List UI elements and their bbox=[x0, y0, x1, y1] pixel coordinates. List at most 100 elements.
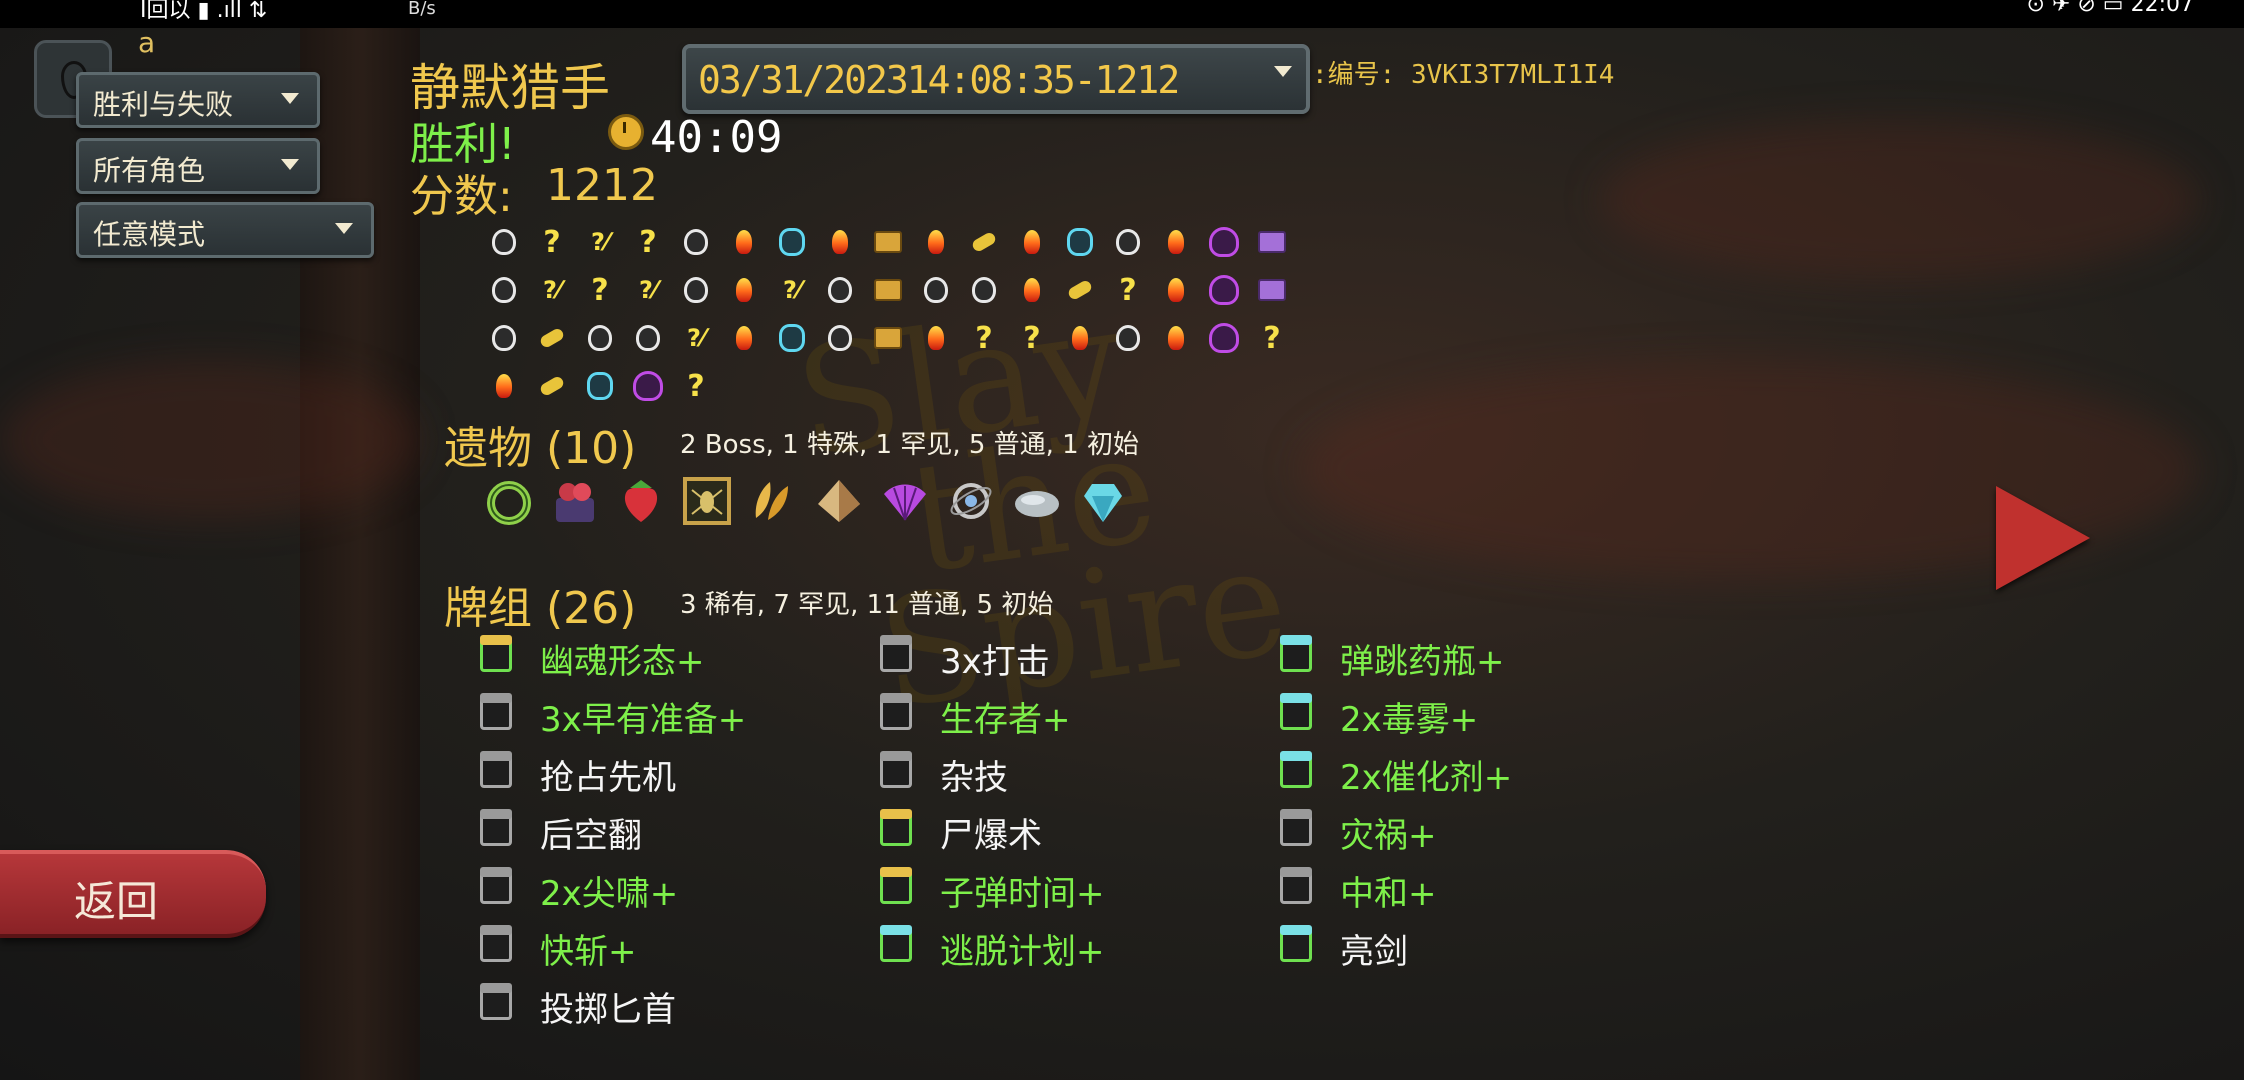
event-icon: ? bbox=[1023, 320, 1041, 356]
relic-list bbox=[478, 470, 1134, 532]
card-name: 杂技 bbox=[940, 758, 1008, 798]
rest-site-icon bbox=[1008, 266, 1056, 314]
rest-site-icon bbox=[1152, 314, 1200, 362]
event-icon: ? bbox=[591, 272, 609, 308]
card-name: 快斩+ bbox=[540, 932, 637, 972]
gem-relic-icon[interactable] bbox=[1072, 470, 1134, 532]
treasure-icon bbox=[864, 314, 912, 362]
smooth-stone-icon[interactable] bbox=[1006, 470, 1068, 532]
card-name: 后空翻 bbox=[540, 816, 642, 856]
relics-title: 遗物 (10) bbox=[444, 423, 637, 474]
next-run-arrow-icon[interactable] bbox=[1996, 486, 2090, 590]
card-name: 抢占先机 bbox=[540, 758, 676, 798]
back-button[interactable]: 返回 bbox=[0, 850, 266, 938]
golden-petals-icon[interactable] bbox=[742, 470, 804, 532]
shop-icon bbox=[528, 362, 576, 410]
rest-site-icon bbox=[1152, 266, 1200, 314]
monster-icon bbox=[480, 314, 528, 362]
card-name: 中和+ bbox=[1340, 874, 1437, 914]
event-icon: ? bbox=[975, 320, 993, 356]
boss-chest-icon bbox=[1248, 266, 1296, 314]
treasure-icon bbox=[864, 266, 912, 314]
run-seed: :编号: 3VKI3T7MLI1I4 bbox=[1312, 60, 1615, 90]
run-history-dropdown[interactable]: 03/31/202314:08:35-1212 bbox=[682, 44, 1310, 114]
path-row: ? ?⁄? bbox=[480, 218, 1300, 266]
event-monster-icon: ?⁄ bbox=[639, 276, 657, 304]
rest-site-icon bbox=[1056, 314, 1104, 362]
card-type-icon bbox=[1280, 693, 1312, 730]
monster-icon bbox=[576, 314, 624, 362]
rest-site-icon bbox=[720, 314, 768, 362]
rest-site-icon bbox=[912, 314, 960, 362]
monster-icon bbox=[960, 266, 1008, 314]
chevron-down-icon bbox=[335, 223, 353, 234]
ring-of-snake-icon[interactable] bbox=[478, 470, 540, 532]
card-type-icon bbox=[480, 635, 512, 672]
card-name: 投掷匕首 bbox=[540, 990, 676, 1030]
event-icon: ? bbox=[1119, 272, 1137, 308]
result-filter-dropdown[interactable]: 胜利与失败 bbox=[76, 72, 320, 128]
card-type-icon bbox=[1280, 809, 1312, 846]
fan-icon[interactable] bbox=[874, 470, 936, 532]
character-filter-label: 所有角色 bbox=[93, 154, 206, 187]
path-row: ?⁄??? bbox=[480, 314, 1300, 362]
boss-chest-icon bbox=[1248, 218, 1296, 266]
strawberry-icon[interactable] bbox=[610, 470, 672, 532]
boss-icon bbox=[1200, 218, 1248, 266]
event-monster-icon: ?⁄ bbox=[687, 324, 705, 352]
insect-frame-icon[interactable] bbox=[676, 470, 738, 532]
background-cloud bbox=[1600, 120, 2200, 280]
card-name: 2x催化剂+ bbox=[1340, 758, 1513, 798]
status-right-clock: ⊙ ✈ ⊘ ▭ 22:07 bbox=[2026, 0, 2194, 17]
card-type-icon bbox=[480, 983, 512, 1020]
stopwatch-icon bbox=[608, 114, 644, 150]
card-type-icon bbox=[880, 867, 912, 904]
card-name: 3x打击 bbox=[940, 642, 1050, 682]
monster-icon bbox=[672, 218, 720, 266]
elite-icon bbox=[768, 218, 816, 266]
orbital-icon[interactable] bbox=[940, 470, 1002, 532]
monster-icon bbox=[480, 218, 528, 266]
card-type-icon bbox=[1280, 751, 1312, 788]
boss-icon bbox=[624, 362, 672, 410]
card-type-icon bbox=[480, 925, 512, 962]
elite-icon bbox=[576, 362, 624, 410]
card-type-icon bbox=[1280, 925, 1312, 962]
event-icon: ? bbox=[543, 224, 561, 260]
relics-summary: 2 Boss, 1 特殊, 1 罕见, 5 普通, 1 初始 bbox=[680, 430, 1139, 460]
network-speed-unit: B/s bbox=[408, 0, 436, 19]
monster-icon bbox=[672, 266, 720, 314]
mode-filter-dropdown[interactable]: 任意模式 bbox=[76, 202, 374, 258]
card-name: 2x毒雾+ bbox=[1340, 700, 1479, 740]
card-type-icon bbox=[880, 809, 912, 846]
card-name: 子弹时间+ bbox=[940, 874, 1105, 914]
card-name: 生存者+ bbox=[940, 700, 1071, 740]
monster-icon bbox=[1104, 218, 1152, 266]
background-cloud bbox=[0, 360, 420, 520]
score-value: 1212 bbox=[546, 160, 658, 211]
path-row: ?⁄? ?⁄ ?⁄? bbox=[480, 266, 1300, 314]
rest-site-icon bbox=[720, 218, 768, 266]
shop-icon bbox=[1056, 266, 1104, 314]
pyramid-icon[interactable] bbox=[808, 470, 870, 532]
shop-icon bbox=[960, 218, 1008, 266]
card-type-icon bbox=[880, 751, 912, 788]
back-button-label: 返回 bbox=[74, 877, 159, 926]
mummified-hand-icon[interactable] bbox=[544, 470, 606, 532]
card-type-icon bbox=[1280, 867, 1312, 904]
character-filter-dropdown[interactable]: 所有角色 bbox=[76, 138, 320, 194]
score-label: 分数: bbox=[410, 171, 513, 222]
monster-icon bbox=[480, 266, 528, 314]
event-monster-icon: ?⁄ bbox=[783, 276, 801, 304]
card-type-icon bbox=[480, 867, 512, 904]
monster-icon bbox=[624, 314, 672, 362]
card-name: 逃脱计划+ bbox=[940, 932, 1105, 972]
run-history-label: 03/31/202314:08:35-1212 bbox=[698, 58, 1180, 102]
card-type-icon bbox=[880, 635, 912, 672]
monster-icon bbox=[912, 266, 960, 314]
card-name: 幽魂形态+ bbox=[540, 642, 705, 682]
event-icon: ? bbox=[1263, 320, 1281, 356]
rest-site-icon bbox=[480, 362, 528, 410]
monster-icon bbox=[816, 266, 864, 314]
map-path-nodes: ? ?⁄? ?⁄? ?⁄ ?⁄? ?⁄???? bbox=[480, 218, 1300, 410]
